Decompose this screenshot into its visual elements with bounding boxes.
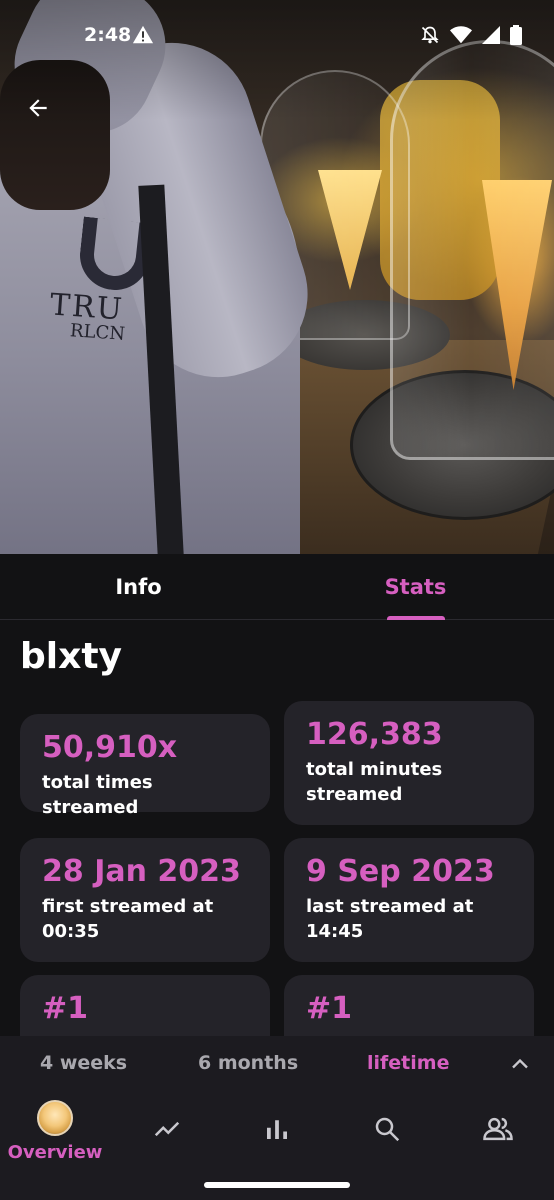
stats-content[interactable]: blxty 50,910x total times streamed 126,3… [0,620,554,1036]
stat-card-rank-right: #1 [284,975,534,1036]
nav-friends[interactable] [448,1092,548,1172]
stat-label: total minutes streamed [306,759,443,805]
stat-card-times-streamed: 50,910x total times streamed [20,714,270,818]
stat-value: #1 [306,991,353,1026]
stat-value: #1 [42,991,89,1026]
stat-label: first streamed at 00:35 [42,896,214,942]
stat-value: 126,383 [306,717,443,752]
range-option-lifetime[interactable]: lifetime [367,1052,449,1074]
chevron-up-icon[interactable] [506,1050,534,1078]
friends-icon [483,1117,513,1141]
tab-stats-label: Stats [384,574,447,599]
silent-icon [421,26,439,44]
stat-value: 28 Jan 2023 [42,854,241,889]
tab-info-label: Info [115,574,162,599]
nav-trends[interactable] [117,1092,217,1172]
photo-shirt-subtext: RLCN [69,320,126,345]
wifi-icon [450,26,472,44]
artist-photo: TRU RLCN [0,0,554,554]
tab-stats[interactable]: Stats [277,554,554,620]
nav-search[interactable] [337,1092,437,1172]
stat-card-rank-left: #1 [20,975,270,1036]
back-button[interactable] [16,86,60,130]
nav-overview[interactable]: Overview [5,1092,105,1172]
battery-icon [510,25,522,45]
stat-value: 50,910x [42,730,178,765]
stat-card-first-streamed: 28 Jan 2023 first streamed at 00:35 [20,838,270,962]
bar-chart-icon [267,1120,287,1139]
range-option-4-weeks[interactable]: 4 weeks [40,1052,127,1074]
search-icon [375,1117,400,1142]
nav-charts[interactable] [227,1092,327,1172]
tab-bar: Info Stats [0,554,554,620]
status-time: 2:48 [84,24,132,46]
status-icons [420,25,522,45]
trending-icon [154,1121,180,1137]
signal-icon [482,26,500,44]
home-indicator[interactable] [204,1182,350,1188]
avatar [37,1100,73,1136]
stat-label: total times streamed [42,772,153,818]
stat-card-last-streamed: 9 Sep 2023 last streamed at 14:45 [284,838,534,962]
stat-card-minutes-streamed: 126,383 total minutes streamed [284,701,534,825]
stat-value: 9 Sep 2023 [306,854,495,889]
arrow-back-icon [29,99,47,117]
stat-label: last streamed at 14:45 [306,896,474,942]
tab-info[interactable]: Info [0,554,277,619]
page-title: blxty [20,636,123,677]
nav-overview-label: Overview [7,1142,103,1163]
status-bar: 2:48 [0,0,554,72]
time-range-selector: 4 weeks 6 months lifetime [0,1036,554,1092]
alert-icon [132,25,154,44]
range-option-6-months[interactable]: 6 months [198,1052,298,1074]
